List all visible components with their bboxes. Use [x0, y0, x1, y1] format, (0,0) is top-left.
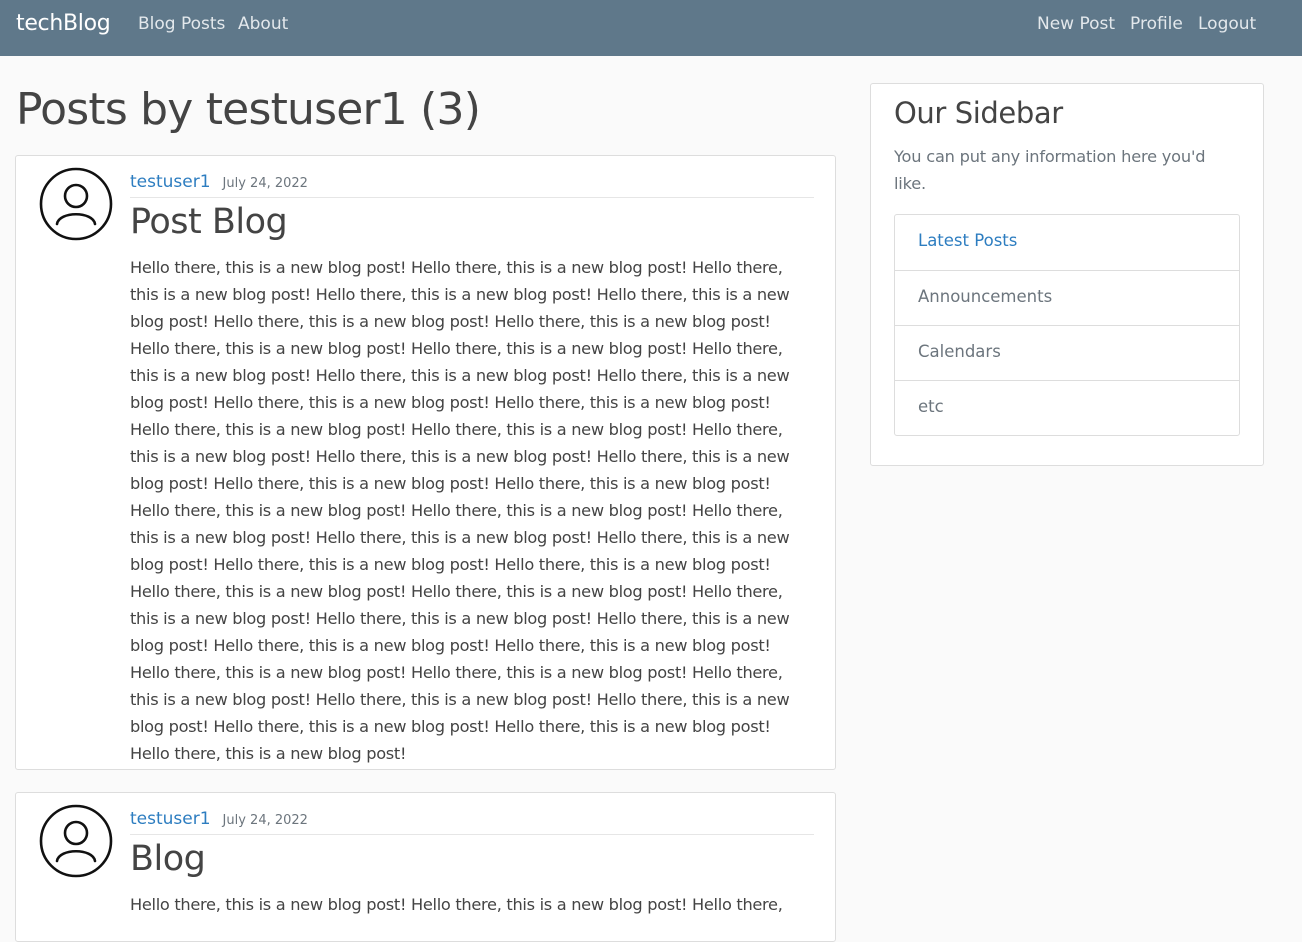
sidebar-item-etc[interactable]: etc	[895, 380, 1239, 435]
nav-link-blog-posts[interactable]: Blog Posts	[138, 14, 225, 34]
navbar: techBlog Blog Posts About New Post Profi…	[0, 0, 1302, 56]
post-title-link[interactable]: Post Blog	[130, 202, 288, 242]
post-date: July 24, 2022	[222, 176, 308, 191]
nav-link-new-post[interactable]: New Post	[1037, 14, 1115, 34]
post-title-link[interactable]: Blog	[130, 839, 206, 879]
post-content: Hello there, this is a new blog post! He…	[130, 258, 790, 763]
post-card: testuser1 July 24, 2022 Post Blog Hello t…	[15, 155, 836, 770]
sidebar-item-latest-posts[interactable]: Latest Posts	[895, 215, 1239, 270]
sidebar-item-calendars[interactable]: Calendars	[895, 325, 1239, 380]
post-metadata: testuser1 July 24, 2022	[130, 809, 814, 835]
nav-link-about[interactable]: About	[238, 14, 288, 34]
post-card: testuser1 July 24, 2022 Blog Hello there,…	[15, 792, 836, 942]
user-avatar-icon[interactable]	[39, 167, 113, 241]
brand-logo-link[interactable]: techBlog	[16, 11, 111, 36]
sidebar-item-announcements[interactable]: Announcements	[895, 270, 1239, 325]
sidebar-title: Our Sidebar	[894, 96, 1063, 130]
sidebar-description: You can put any information here you'd l…	[894, 147, 1206, 193]
post-content: Hello there, this is a new blog post! He…	[130, 895, 783, 914]
user-avatar-icon[interactable]	[39, 804, 113, 878]
post-author-link[interactable]: testuser1	[130, 809, 211, 829]
post-author-link[interactable]: testuser1	[130, 172, 211, 192]
post-date: July 24, 2022	[222, 813, 308, 828]
sidebar: Our Sidebar You can put any information …	[870, 83, 1264, 466]
sidebar-list: Latest Posts Announcements Calendars etc	[894, 214, 1240, 436]
nav-link-profile[interactable]: Profile	[1130, 14, 1183, 34]
nav-link-logout[interactable]: Logout	[1198, 14, 1256, 34]
post-metadata: testuser1 July 24, 2022	[130, 172, 814, 198]
page-title: Posts by testuser1 (3)	[16, 84, 481, 135]
